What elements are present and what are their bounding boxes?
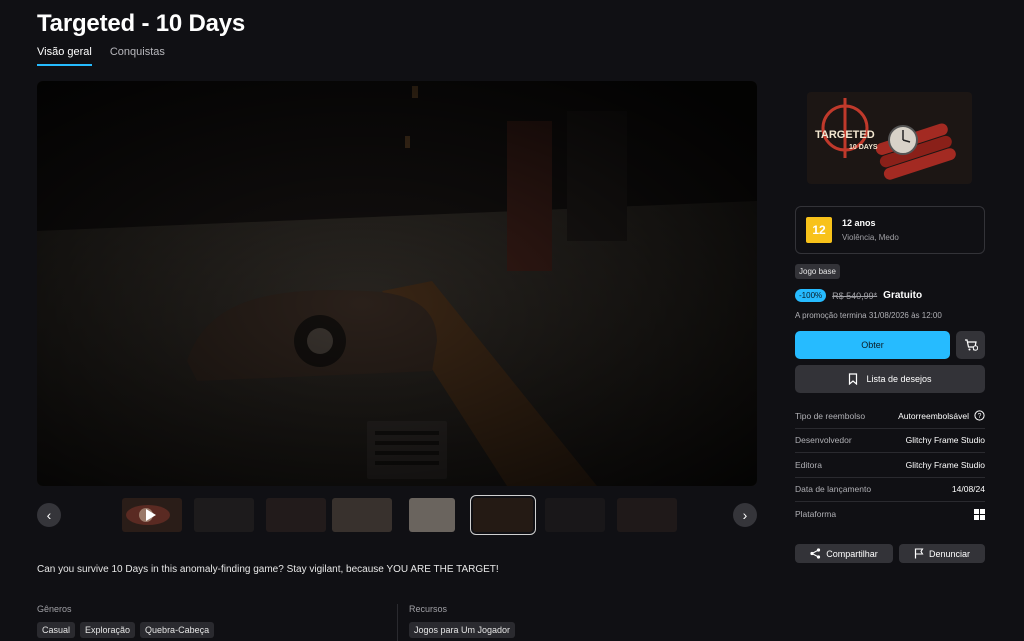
get-button[interactable]: Obter: [795, 331, 950, 359]
carousel-next-button[interactable]: ›: [733, 503, 757, 527]
report-button[interactable]: Denunciar: [899, 544, 985, 563]
tab-bar: Visão geral Conquistas: [37, 46, 165, 66]
media-carousel: ‹ ›: [37, 495, 757, 535]
features-label: Recursos: [409, 604, 448, 614]
game-cover-art: TARGETED 10 DAYS: [807, 92, 972, 184]
action-buttons: Compartilhar Denunciar: [795, 544, 985, 563]
share-icon: [810, 548, 821, 559]
genre-chip[interactable]: Casual: [37, 622, 76, 638]
game-description: Can you survive 10 Days in this anomaly-…: [37, 564, 499, 575]
hero-screenshot: [37, 81, 757, 486]
carousel-thumb[interactable]: [332, 498, 392, 532]
info-row-release-date: Data de lançamento 14/08/24: [795, 478, 985, 502]
age-rating-card: 12 12 anos Violência, Medo: [795, 206, 985, 254]
genre-chip[interactable]: Quebra-Cabeça: [140, 622, 215, 638]
carousel-thumb-active[interactable]: [470, 495, 536, 535]
genres-section: Gêneros Casual Exploração Quebra-Cabeça: [37, 604, 215, 638]
promo-end-text: A promoção termina 31/08/2026 às 12:00: [795, 311, 942, 320]
carousel-thumb[interactable]: [545, 498, 605, 532]
genre-chip[interactable]: Exploração: [80, 622, 136, 638]
page-title: Targeted - 10 Days: [37, 10, 246, 37]
tab-achievements[interactable]: Conquistas: [110, 46, 165, 66]
info-row-refund: Tipo de reembolso Autorreembolsável ?: [795, 404, 985, 429]
genres-label: Gêneros: [37, 604, 72, 614]
game-logo: TARGETED 10 DAYS: [807, 92, 972, 184]
rating-age: 12 anos: [842, 218, 876, 228]
discount-badge: -100%: [795, 289, 827, 302]
add-to-cart-button[interactable]: [956, 331, 985, 359]
windows-icon: [974, 508, 985, 520]
hero-media[interactable]: [37, 81, 757, 486]
carousel-thumb[interactable]: [194, 498, 254, 532]
play-icon: [126, 505, 170, 525]
info-row-platform: Plataforma: [795, 502, 985, 527]
wishlist-button[interactable]: Lista de desejos: [795, 365, 985, 393]
current-price: Gratuito: [883, 290, 923, 301]
share-button[interactable]: Compartilhar: [795, 544, 893, 563]
rating-descriptors: Violência, Medo: [842, 233, 899, 242]
info-row-developer: Desenvolvedor Glitchy Frame Studio: [795, 429, 985, 453]
info-row-publisher: Editora Glitchy Frame Studio: [795, 453, 985, 478]
rating-badge: 12: [806, 217, 832, 243]
svg-text:?: ?: [978, 413, 982, 420]
carousel-thumb[interactable]: [266, 498, 326, 532]
bookmark-icon: [849, 373, 858, 385]
features-section: Recursos Jogos para Um Jogador: [409, 604, 516, 638]
carousel-prev-button[interactable]: ‹: [37, 503, 61, 527]
section-divider: [397, 604, 398, 641]
price-row: -100% R$ 540,99* Gratuito: [795, 289, 922, 302]
base-game-badge: Jogo base: [795, 264, 840, 279]
wishlist-label: Lista de desejos: [866, 374, 932, 384]
carousel-thumb[interactable]: [409, 498, 455, 532]
svg-text:10 DAYS: 10 DAYS: [849, 144, 878, 151]
feature-chip[interactable]: Jogos para Um Jogador: [409, 622, 516, 638]
carousel-thumb[interactable]: [617, 498, 677, 532]
info-icon[interactable]: ?: [974, 410, 985, 421]
flag-icon: [914, 548, 924, 559]
svg-text:TARGETED: TARGETED: [815, 129, 875, 141]
original-price: R$ 540,99*: [832, 290, 878, 301]
tab-overview[interactable]: Visão geral: [37, 46, 92, 66]
game-info-table: Tipo de reembolso Autorreembolsável ? De…: [795, 404, 985, 527]
carousel-thumb-video[interactable]: [122, 498, 182, 532]
cart-icon: [964, 339, 978, 351]
